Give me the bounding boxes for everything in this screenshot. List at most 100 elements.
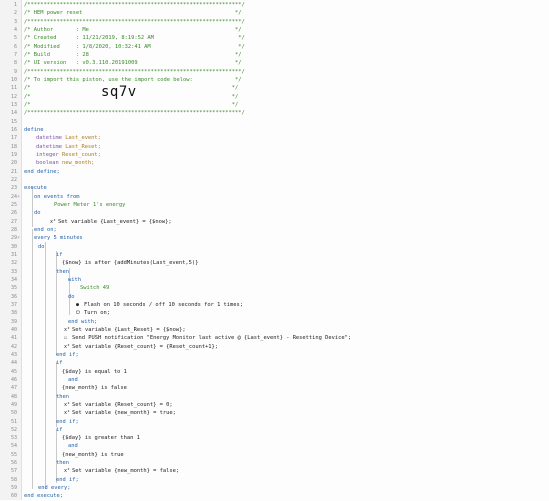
line-number: 38 [10,310,17,317]
line-number: 20 [10,160,17,167]
code-text: /* Modified : 1/8/2020, 10:32:41 AM */ [24,43,245,50]
code-text: end define; [24,168,60,175]
code-line: 8 /* UI version : v0.3.110.20191009 */ [0,59,549,67]
set-variable-icon: x² [64,401,71,408]
code-line: 55 {new_month} is true [0,451,549,459]
line-number: 18 [10,143,17,150]
set-variable-icon: x² [64,343,71,350]
line-number: 6 [13,43,17,50]
line-number: 37 [10,301,17,308]
line-number: 17 [10,135,17,142]
code-line: 13 /* */ [0,101,549,109]
code-text: Flash on 10 seconds / off 10 seconds for… [84,301,244,308]
line-number: 57 [10,468,17,475]
code-text: do [68,293,75,300]
line-number: 31 [10,251,17,258]
code-text: Turn on; [84,310,110,317]
line-number: 39 [10,318,17,325]
code-text: and [68,376,78,383]
line-number: 3 [13,18,17,25]
code-line: 38 ⏻ Turn on; [0,309,549,317]
code-line: 11 /* */ [0,84,549,92]
code-line: 59 end every; [0,484,549,492]
line-number: 42 [10,343,17,350]
set-variable-icon: x² [64,410,71,417]
line-number: 44 [10,360,17,367]
code-line: 17 datetime Last_event; [0,134,549,142]
code-line: 39 end with; [0,318,549,326]
code-text: on events from [34,193,80,200]
code-line: 33 then [0,268,549,276]
code-text: /***************************************… [24,110,245,117]
code-text: every 5 minutes [34,235,83,242]
code-text: with [68,276,81,283]
code-line: 32 {$now} is after {addMinutes(Last_event… [0,259,549,267]
line-number: 13 [10,101,17,108]
code-text: Switch 49 [80,285,110,292]
code-line: 2 /* HEM power reset */ [0,9,549,17]
line-number: 52 [10,426,17,433]
line-number: 24 [10,193,17,200]
line-number: 43 [10,351,17,358]
code-line: 51 end if; [0,418,549,426]
line-number: 9 [13,68,17,75]
code-text: and [68,443,78,450]
code-line: 53 {$day} is greater than 1 [0,434,549,442]
line-number: 23 [10,185,17,192]
line-number: 27 [10,218,17,225]
code-line: 46 and [0,376,549,384]
code-text: /* */ [24,85,239,92]
code-line: 52 if [0,426,549,434]
code-text: define [24,126,44,133]
line-number: 35 [10,285,17,292]
code-line: 27 x² Set variable {Last_event} = {$now}; [0,218,549,226]
code-text: if [56,426,63,433]
code-text: end every; [38,485,71,492]
line-number: 58 [10,476,17,483]
line-number: 56 [10,460,17,467]
line-number: 5 [13,35,17,42]
line-number: 21 [10,168,17,175]
code-line: 18 datetime Last_Reset; [0,143,549,151]
code-line: 25 Power Meter 1's energy [0,201,549,209]
code-line: 3 /**************************************… [0,18,549,26]
line-number: 16 [10,126,17,133]
trigger-marker-icon: ⚡ [17,235,21,242]
code-line: 57 x² Set variable {new_month} = false; [0,467,549,475]
code-text: {$now} is after {addMinutes(Last_event,5… [62,260,199,267]
line-number: 12 [10,93,17,100]
code-text: Send PUSH notification "Energy Monitor l… [72,335,352,342]
code-line: 41 ☐ Send PUSH notification "Energy Monito… [0,334,549,342]
line-number: 50 [10,410,17,417]
line-number: 15 [10,118,17,125]
line-number: 54 [10,443,17,450]
code-line: 56 then [0,459,549,467]
code-line: 26 do [0,209,549,217]
set-variable-icon: x² [64,326,71,333]
line-number: 22 [10,176,17,183]
code-line: 42 x² Set variable {Reset_count} = {Reset_… [0,343,549,351]
code-line: 45 {$day} is equal to 1 [0,368,549,376]
code-text: datetime Last_Reset; [36,143,101,150]
code-text: {$day} is equal to 1 [62,368,127,375]
line-number: 11 [10,85,17,92]
code-line: 4 /* Author : Me */ [0,26,549,34]
code-text: datetime Last_event; [36,135,101,142]
code-line: 7 /* Build : 28 */ [0,51,549,59]
code-text: Set variable {Last_event} = {$now}; [58,218,172,225]
code-line: 28 end on; [0,226,549,234]
code-line: 6 /* Modified : 1/8/2020, 10:32:41 AM */ [0,43,549,51]
code-text: Set variable {new_month} = false; [72,468,180,475]
code-line: 22 [0,176,549,184]
code-text: integer Reset_count; [36,151,101,158]
line-number: 53 [10,435,17,442]
line-number: 2 [13,10,17,17]
code-text: execute [24,185,47,192]
code-text: /* */ [24,93,239,100]
code-text: then [56,460,69,467]
flash-icon: ● [76,301,80,308]
line-number: 10 [10,76,17,83]
code-text: /* Build : 28 */ [24,51,242,58]
line-number: 46 [10,376,17,383]
line-number: 48 [10,393,17,400]
